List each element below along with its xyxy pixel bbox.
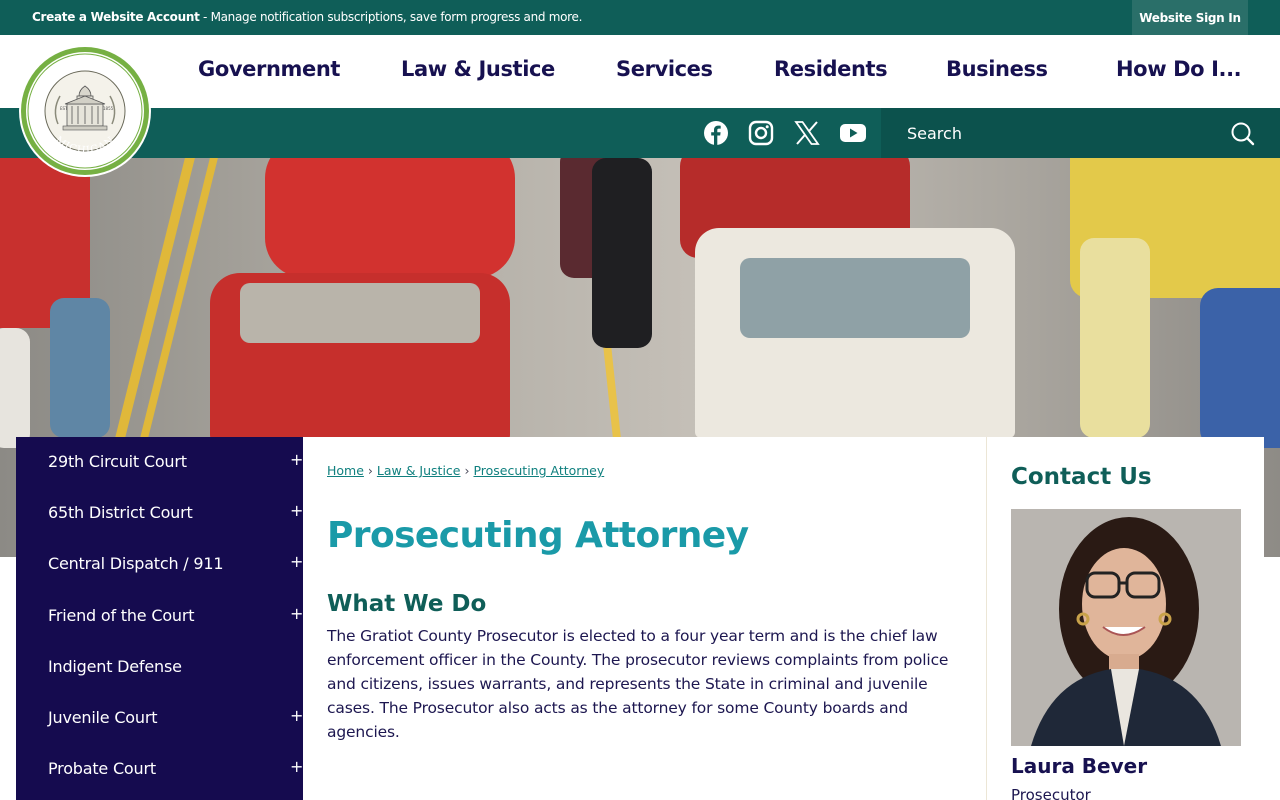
- website-sign-in-button[interactable]: Website Sign In: [1132, 0, 1248, 35]
- main-navigation: Government Law & Justice Services Reside…: [0, 35, 1280, 108]
- nav-item-business[interactable]: Business: [946, 57, 1048, 81]
- description-paragraph: The Gratiot County Prosecutor is elected…: [327, 627, 949, 741]
- nav-item-how-do-i[interactable]: How Do I...: [1116, 57, 1242, 81]
- sidebar-item-label: 29th Circuit Court: [48, 452, 187, 471]
- county-seal-logo[interactable]: GRATIOT COUNTY MICHIGAN EST. 1855: [18, 44, 152, 178]
- sidebar-item-label: Juvenile Court: [48, 708, 158, 727]
- sidebar-item-label: 65th District Court: [48, 503, 193, 522]
- breadcrumb-separator: ›: [464, 463, 470, 478]
- facebook-icon[interactable]: [702, 119, 730, 147]
- sidebar-item-friend-of-the-court[interactable]: Friend of the Court +: [16, 591, 303, 642]
- top-utility-bar: Create a Website Account - Manage notifi…: [0, 0, 1280, 35]
- contact-role: Prosecutor: [1011, 786, 1091, 800]
- breadcrumb-home-link[interactable]: Home: [327, 463, 364, 478]
- section-heading: What We Do: [327, 591, 487, 617]
- expand-icon[interactable]: +: [290, 552, 303, 571]
- breadcrumb-law-justice-link[interactable]: Law & Justice: [377, 463, 461, 478]
- social-search-bar: [0, 108, 1280, 158]
- create-account-link[interactable]: Create a Website Account: [32, 10, 200, 24]
- nav-item-government[interactable]: Government: [198, 57, 340, 81]
- search-icon[interactable]: [1229, 120, 1257, 148]
- svg-text:1855: 1855: [103, 106, 114, 111]
- sidebar-item-central-dispatch[interactable]: Central Dispatch / 911 +: [16, 539, 303, 590]
- expand-icon[interactable]: +: [290, 706, 303, 725]
- nav-item-residents[interactable]: Residents: [774, 57, 888, 81]
- expand-icon[interactable]: +: [290, 450, 303, 469]
- page-title: Prosecuting Attorney: [327, 515, 749, 556]
- breadcrumb-prosecuting-attorney-link[interactable]: Prosecuting Attorney: [473, 463, 604, 478]
- sidebar-item-label: Central Dispatch / 911: [48, 554, 224, 573]
- contact-panel: Contact Us Laura Bever Prosecutor: [986, 437, 1264, 800]
- contact-photo: [1011, 509, 1241, 746]
- x-icon[interactable]: [793, 119, 821, 147]
- expand-icon[interactable]: +: [290, 757, 303, 776]
- search-box: [881, 108, 1280, 158]
- sidebar-item-indigent-defense[interactable]: Indigent Defense: [16, 642, 303, 693]
- nav-item-services[interactable]: Services: [616, 57, 713, 81]
- sidebar-item-label: Indigent Defense: [48, 657, 182, 676]
- breadcrumb: Home › Law & Justice › Prosecuting Attor…: [327, 463, 604, 478]
- sidebar-item-juvenile-court[interactable]: Juvenile Court +: [16, 693, 303, 744]
- account-message-text: - Manage notification subscriptions, sav…: [199, 10, 583, 24]
- contact-name[interactable]: Laura Bever: [1011, 754, 1147, 778]
- sidebar-item-probate-court[interactable]: Probate Court +: [16, 744, 303, 795]
- expand-icon[interactable]: +: [290, 501, 303, 520]
- expand-icon[interactable]: +: [290, 604, 303, 623]
- search-input[interactable]: [895, 117, 1225, 149]
- section-sidebar: 29th Circuit Court + 65th District Court…: [16, 437, 303, 800]
- contact-us-heading: Contact Us: [1011, 464, 1152, 490]
- sidebar-item-65th-district-court[interactable]: 65th District Court +: [16, 488, 303, 539]
- breadcrumb-separator: ›: [367, 463, 373, 478]
- youtube-icon[interactable]: [839, 119, 867, 147]
- instagram-icon[interactable]: [747, 119, 775, 147]
- sidebar-item-label: Probate Court: [48, 759, 156, 778]
- sidebar-item-label: Friend of the Court: [48, 606, 195, 625]
- sidebar-item-29th-circuit-court[interactable]: 29th Circuit Court +: [16, 437, 303, 488]
- main-content: Home › Law & Justice › Prosecuting Attor…: [303, 437, 986, 800]
- account-message: Create a Website Account - Manage notifi…: [32, 10, 582, 24]
- nav-item-law-justice[interactable]: Law & Justice: [401, 57, 555, 81]
